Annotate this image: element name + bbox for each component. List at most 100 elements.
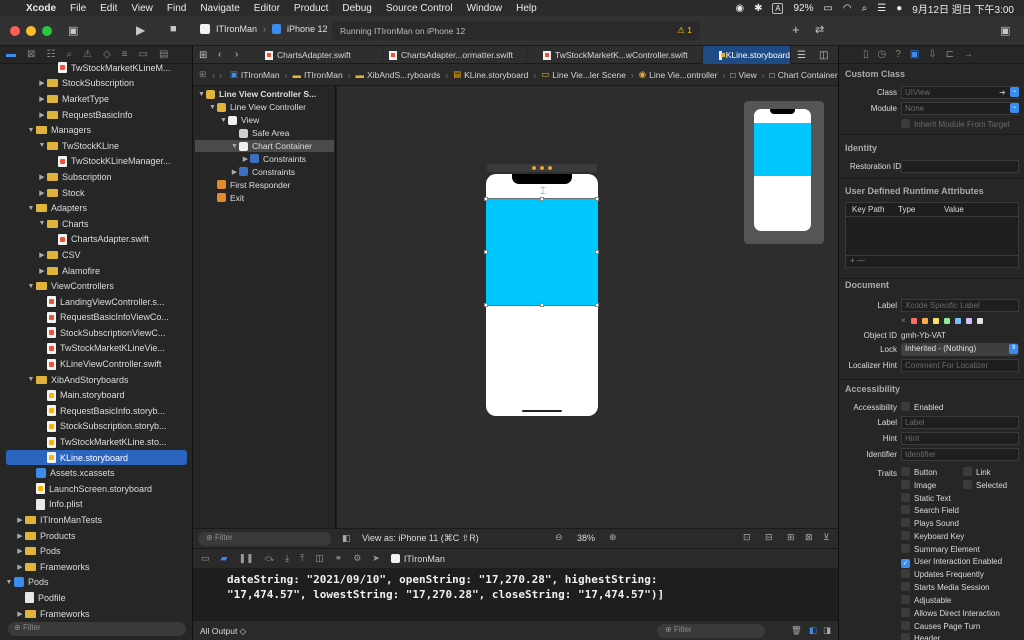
code-review-icon[interactable]: ⇄	[815, 23, 824, 36]
menu-editor[interactable]: Editor	[254, 3, 280, 14]
embed-in-icon[interactable]: ⊻	[823, 532, 830, 543]
menu-file[interactable]: File	[70, 3, 86, 14]
resize-handle[interactable]	[484, 250, 488, 254]
outline-item-exit[interactable]: Exit	[195, 191, 334, 204]
nav-item-xibandstoryboards[interactable]: ▼ XibAndStoryboards	[0, 372, 193, 388]
notification-icon[interactable]: ●	[896, 3, 902, 14]
disclosure-collapsed-icon[interactable]: ▶	[37, 173, 47, 181]
output-selector[interactable]: All Output ◇	[200, 626, 246, 637]
label-color-swatch[interactable]	[910, 317, 917, 324]
outline-item-constraints[interactable]: ▶ Constraints	[195, 165, 334, 178]
chart-container-view[interactable]	[486, 198, 598, 306]
interface-builder-canvas[interactable]: ⌶	[337, 86, 838, 528]
nav-item-podfile[interactable]: Podfile	[0, 590, 193, 606]
tab-twstock-controller[interactable]: TwStockMarketK...wController.swift	[527, 46, 703, 64]
nav-item-main-storyboard[interactable]: Main.storyboard	[0, 387, 193, 403]
zoom-out-icon[interactable]: ⊖	[555, 532, 563, 543]
attributes-inspector-icon[interactable]: ⇩	[928, 49, 936, 60]
nav-item-klineviewcontroller-swift[interactable]: KLineViewController.swift	[0, 356, 193, 372]
acc-label-field[interactable]: Label	[901, 416, 1019, 429]
disclosure-expanded-icon[interactable]: ▼	[219, 117, 228, 124]
jump-controller[interactable]: Line Vie...ontroller	[649, 70, 717, 80]
module-dropdown-icon[interactable]: ⌄	[1010, 103, 1019, 113]
label-color-swatch[interactable]	[976, 317, 983, 324]
jump-scene[interactable]: Line Vie...ler Scene	[552, 70, 626, 80]
nav-item-managers[interactable]: ▼ Managers	[0, 122, 193, 138]
debug-navigator-icon[interactable]: ≡	[122, 49, 128, 60]
disclosure-expanded-icon[interactable]: ▼	[26, 127, 36, 134]
resize-handle[interactable]	[484, 197, 488, 201]
navigator-filter-field[interactable]: ⊕ Filter	[8, 622, 186, 636]
view-as-device[interactable]: View as: iPhone 11 (⌘C ⇧R)	[362, 533, 479, 544]
console-output[interactable]: dateString: "2021/09/10", openString: "1…	[193, 568, 838, 620]
trait-static-text[interactable]: Static Text	[901, 492, 951, 503]
nav-item-requestbasicinfo[interactable]: ▶ RequestBasicInfo	[0, 107, 193, 123]
remove-attribute-icon[interactable]: —	[857, 256, 865, 265]
step-over-icon[interactable]: ⤼	[265, 553, 275, 564]
responder-dock-icon[interactable]	[540, 166, 544, 170]
environment-overrides-icon[interactable]: ⚙	[353, 553, 361, 564]
trait-header[interactable]: Header	[901, 633, 940, 640]
nav-item-subscription[interactable]: ▶ Subscription	[0, 169, 193, 185]
close-window-button[interactable]	[10, 26, 20, 36]
step-out-icon[interactable]: ⤒	[300, 553, 304, 564]
nav-item-frameworks[interactable]: ▶ Frameworks	[0, 559, 193, 575]
tab-charts-adapter[interactable]: ChartsAdapter.swift	[259, 46, 383, 64]
jump-group[interactable]: ITIronMan	[304, 70, 343, 80]
history-inspector-icon[interactable]: ◷	[878, 49, 887, 60]
disclosure-expanded-icon[interactable]: ▼	[37, 142, 47, 149]
nav-item-adapters[interactable]: ▼ Adapters	[0, 200, 193, 216]
nav-item-charts[interactable]: ▼ Charts	[0, 216, 193, 232]
menu-clock[interactable]: 9月12日 週日 下午3:00	[912, 1, 1014, 16]
outline-item-line-view-controller-s[interactable]: ▼ Line View Controller S...	[195, 88, 334, 101]
resize-handle[interactable]	[595, 250, 599, 254]
nav-item-markettype[interactable]: ▶ MarketType	[0, 91, 193, 107]
issue-navigator-icon[interactable]: ⚠	[83, 49, 92, 60]
view-debugger-icon[interactable]: ◫	[315, 553, 324, 564]
hint-field[interactable]: Hint	[901, 432, 1019, 445]
menu-product[interactable]: Product	[294, 3, 328, 14]
resize-handle[interactable]	[595, 197, 599, 201]
device-frame[interactable]	[486, 174, 598, 416]
outline-item-safe-area[interactable]: Safe Area	[195, 127, 334, 140]
trait-image[interactable]: Image	[901, 479, 936, 490]
quick-help-icon[interactable]: ?	[895, 49, 901, 60]
outline-item-chart-container[interactable]: ▼ Chart Container	[195, 139, 334, 153]
simulate-location-icon[interactable]: ➤	[372, 553, 380, 564]
exit-dock-icon[interactable]	[548, 166, 552, 170]
module-field[interactable]: None	[901, 102, 1019, 115]
test-navigator-icon[interactable]: ◇	[103, 49, 111, 60]
nav-item-alamofire[interactable]: ▶ Alamofire	[0, 263, 193, 279]
nav-item-pods[interactable]: ▼ Pods	[0, 575, 193, 591]
add-library-button[interactable]: +	[792, 22, 800, 37]
restoration-field[interactable]	[901, 160, 1019, 173]
class-dropdown-icon[interactable]: ⌄	[1010, 87, 1019, 97]
disclosure-expanded-icon[interactable]: ▼	[37, 220, 47, 227]
nav-item-twstockkline[interactable]: ▼ TwStockKLine	[0, 138, 193, 154]
nav-item-info-plist[interactable]: Info.plist	[0, 497, 193, 513]
outline-filter-field[interactable]: ⊕ Filter	[198, 532, 331, 546]
label-color-swatch[interactable]	[943, 317, 950, 324]
inherit-module-row[interactable]: Inherit Module From Target	[839, 118, 1024, 132]
connections-inspector-icon[interactable]: →	[963, 49, 973, 60]
vc-dock-icon[interactable]	[532, 166, 536, 170]
nav-item-stocksubscription[interactable]: ▶ StockSubscription	[0, 76, 193, 92]
trait-user-interaction-enabled[interactable]: ✓ User Interaction Enabled	[901, 557, 1002, 568]
label-color-swatch[interactable]	[921, 317, 928, 324]
jump-view[interactable]: View	[738, 70, 756, 80]
nav-item-chartsadapter-swift[interactable]: ChartsAdapter.swift	[0, 232, 193, 248]
resize-handle[interactable]	[540, 303, 544, 307]
nav-item-csv[interactable]: ▶ CSV	[0, 247, 193, 263]
scene-dock[interactable]	[487, 164, 597, 172]
outline-toggle-icon[interactable]: ◧	[342, 533, 351, 544]
minimize-window-button[interactable]	[26, 26, 36, 36]
zoom-in-icon[interactable]: ⊕	[609, 532, 617, 543]
back-icon[interactable]: ‹	[218, 49, 221, 60]
no-color-icon[interactable]: ×	[901, 316, 906, 325]
lock-popup[interactable]: Inherited - (Nothing) ⇕	[901, 343, 1019, 356]
inspector-toggle-icon[interactable]: ▣	[1000, 24, 1010, 37]
zoom-window-button[interactable]	[42, 26, 52, 36]
nav-item-stocksubscriptionviewc[interactable]: StockSubscriptionViewC...	[0, 325, 193, 341]
breakpoints-toggle-icon[interactable]: ▰	[221, 553, 228, 564]
nav-item-stocksubscription-storyb[interactable]: StockSubscription.storyb...	[0, 419, 193, 435]
